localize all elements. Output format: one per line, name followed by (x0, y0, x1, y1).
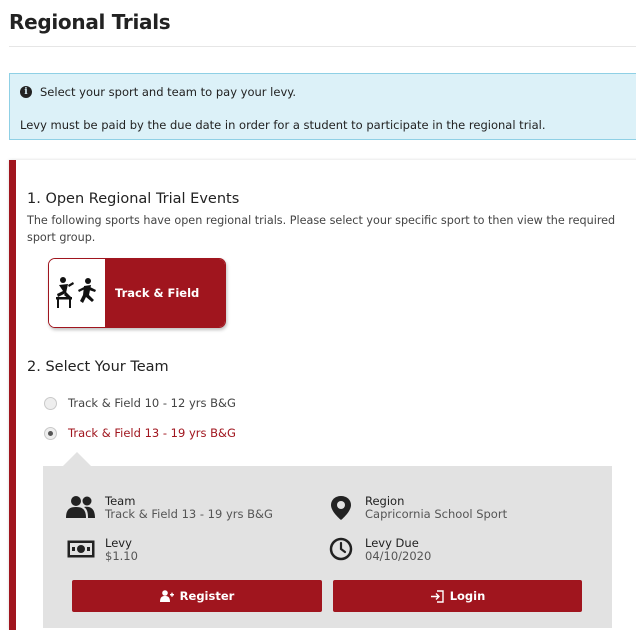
team-radio-10-12[interactable] (44, 396, 57, 410)
detail-levy-due: Levy Due 04/10/2020 (325, 537, 431, 563)
title-divider (9, 46, 636, 47)
step1-title: 1. Open Regional Trial Events (27, 191, 240, 207)
team-option-10-12[interactable]: Track & Field 10 - 12 yrs B&G (44, 396, 236, 410)
detail-team-value: Track & Field 13 - 19 yrs B&G (105, 507, 273, 521)
login-label: Login (449, 589, 486, 603)
sport-card-track-field[interactable]: Track & Field (48, 258, 226, 328)
detail-region: Region Capricornia School Sport (325, 495, 507, 521)
info-icon: i (20, 86, 32, 98)
info-line-1: i Select your sport and team to pay your… (20, 85, 296, 99)
sport-card-label: Track & Field (105, 259, 225, 327)
detail-region-value: Capricornia School Sport (365, 507, 508, 521)
register-label: Register (179, 589, 235, 603)
info-text-1: Select your sport and team to pay your l… (40, 85, 297, 99)
clock-icon (325, 537, 357, 561)
detail-levy: Levy $1.10 (65, 537, 138, 563)
team-option-13-19[interactable]: Track & Field 13 - 19 yrs B&G (44, 426, 236, 440)
hurdler-sprinter-icon (49, 259, 105, 327)
users-icon (65, 495, 97, 519)
money-icon (65, 537, 97, 558)
detail-levy-due-value: 04/10/2020 (365, 549, 432, 563)
map-pin-icon (325, 495, 357, 521)
detail-pointer (63, 452, 91, 466)
step2-title: 2. Select Your Team (27, 359, 169, 375)
info-alert: i Select your sport and team to pay your… (9, 73, 636, 140)
team-option-label: Track & Field 10 - 12 yrs B&G (68, 396, 236, 410)
team-radio-13-19[interactable] (44, 426, 57, 440)
team-option-label: Track & Field 13 - 19 yrs B&G (68, 426, 236, 440)
detail-team: Team Track & Field 13 - 19 yrs B&G (65, 495, 273, 521)
page-title: Regional Trials (9, 10, 171, 34)
step1-description: The following sports have open regional … (27, 214, 616, 244)
register-button[interactable]: Register (72, 580, 322, 612)
login-button[interactable]: Login (333, 580, 582, 612)
info-text-2: Levy must be paid by the due date in ord… (20, 118, 546, 132)
sign-in-icon (430, 589, 444, 603)
add-user-icon (159, 590, 174, 602)
detail-levy-value: $1.10 (105, 549, 138, 563)
